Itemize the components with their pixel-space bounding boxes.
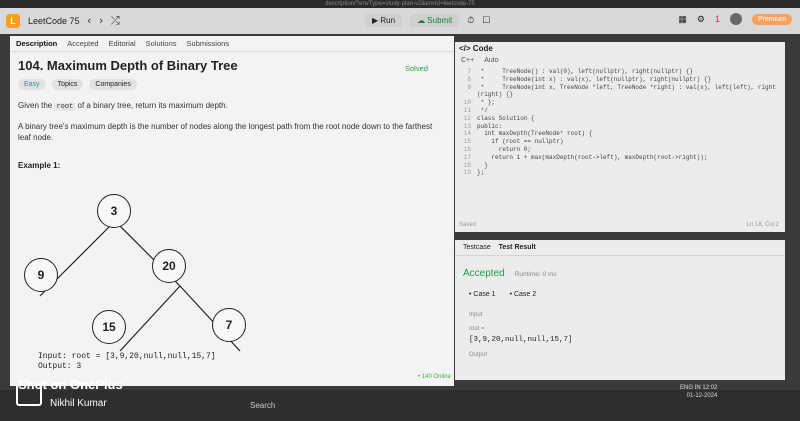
code-line: 19}; [463, 169, 485, 177]
desc-pre: Given the [18, 101, 53, 110]
run-button[interactable]: ▶ Run [365, 14, 403, 27]
code-line: 13 public: [463, 122, 503, 130]
output-label: Output [469, 352, 488, 358]
root-value: [3,9,20,null,null,15,7] [469, 336, 573, 344]
clock-date[interactable]: 01-12-2024 [687, 393, 718, 399]
prev-problem-icon[interactable]: ‹ [88, 15, 92, 27]
auto-toggle[interactable]: Auto [484, 57, 498, 67]
problem-list-title[interactable]: LeetCode 75 [28, 16, 80, 26]
submit-button[interactable]: ☁ Submit [410, 14, 460, 27]
companies-badge[interactable]: Companies [89, 79, 137, 90]
desc-post: of a binary tree, return its maximum dep… [77, 101, 228, 110]
code-line: 9 * TreeNode(int x, TreeNode *left, Tree… [467, 83, 776, 91]
code-editor-panel: </> Code C++ Auto 7 * TreeNode() : val(0… [455, 42, 785, 232]
description-panel: Description Accepted Editorial Solutions… [10, 36, 454, 386]
example-title: Example 1: [18, 161, 61, 170]
code-line: 12 class Solution { [463, 114, 535, 122]
code-editor[interactable]: 7 * TreeNode() : val(0), left(nullptr), … [455, 68, 785, 177]
camera-watermark: Shot on OnePlus [18, 377, 123, 392]
topics-badge[interactable]: Topics [51, 79, 84, 90]
avatar[interactable] [729, 13, 742, 25]
notification-count[interactable]: 1 [715, 14, 720, 24]
code-line: 10 * }; [463, 99, 496, 107]
code-header: </> Code [459, 44, 493, 53]
language-indicator[interactable]: ENG [680, 385, 693, 391]
submit-label: Submit [427, 16, 453, 25]
solved-status: Solved [405, 64, 428, 73]
description-tabs: Description Accepted Editorial Solutions… [10, 36, 454, 52]
browser-url-bar[interactable]: description/?envType=study-plan-v2&envId… [0, 0, 800, 8]
region-indicator: IN [694, 385, 701, 391]
problem-definition: A binary tree's maximum depth is the num… [18, 122, 433, 142]
code-line: (right) {} [477, 91, 514, 99]
notes-icon[interactable]: ☐ [482, 15, 490, 26]
tab-testcase[interactable]: Testcase [463, 244, 491, 251]
code-line: 8 * TreeNode(int x) : val(x), left(nullp… [467, 75, 712, 83]
shuffle-icon[interactable]: ⤮ [111, 15, 120, 28]
code-line: 7 * TreeNode() : val(0), left(nullptr), … [467, 68, 694, 75]
case-1-tab[interactable]: • Case 1 [469, 291, 496, 298]
tree-node: 7 [212, 308, 246, 342]
saved-status: Saved [459, 222, 477, 228]
cursor-position: Ln 18, Col 2 [746, 222, 779, 228]
test-result-panel: Testcase Test Result Accepted Runtime: 0… [455, 240, 785, 380]
tree-node: 15 [92, 310, 126, 344]
timer-icon[interactable]: ⏱ [467, 15, 474, 26]
tree-node: 3 [97, 194, 131, 228]
layout-icon[interactable]: ▦ [678, 14, 687, 25]
code-line: 17 return 1 + max(maxDepth(root->left), … [463, 153, 708, 161]
language-select[interactable]: C++ [461, 57, 474, 67]
tab-test-result[interactable]: Test Result [499, 244, 536, 251]
example-output: Output: 3 [38, 362, 82, 371]
next-problem-icon[interactable]: › [99, 15, 103, 27]
leetcode-topbar: L LeetCode 75 ‹ › ⤮ ▶ Run ☁ Submit ⏱ ☐ ▦… [0, 8, 800, 34]
tab-description[interactable]: Description [16, 39, 57, 48]
root-label: root = [469, 326, 485, 332]
tab-solutions[interactable]: Solutions [146, 39, 177, 48]
tab-accepted[interactable]: Accepted [67, 39, 98, 48]
clock-time[interactable]: 12:02 [702, 385, 717, 391]
example-input: Input: root = [3,9,20,null,null,15,7] [38, 352, 216, 361]
result-status: Accepted [463, 268, 505, 279]
run-label: Run [380, 16, 396, 25]
problem-title[interactable]: 104. Maximum Depth of Binary Tree [10, 52, 454, 77]
tab-submissions[interactable]: Submissions [187, 39, 230, 48]
problem-description: Given the root of a binary tree, return … [10, 96, 454, 117]
code-line: 14 int maxDepth(TreeNode* root) { [463, 130, 593, 138]
example-io: Input: root = [3,9,20,null,null,15,7] Ou… [38, 352, 216, 372]
case-2-tab[interactable]: • Case 2 [510, 291, 537, 298]
online-count: • 140 Online [418, 374, 451, 380]
leetcode-logo-icon[interactable]: L [6, 14, 20, 28]
code-line: 15 if (root == nullptr) [463, 138, 564, 146]
runtime: Runtime: 0 ms [514, 271, 557, 278]
tree-node: 20 [152, 249, 186, 283]
tab-editorial[interactable]: Editorial [109, 39, 136, 48]
settings-icon[interactable]: ⚙ [697, 14, 705, 25]
taskbar-search[interactable]: Search [232, 398, 312, 414]
premium-button[interactable]: Premium [751, 13, 792, 25]
desc-code: root [54, 103, 76, 111]
code-line: 18 } [463, 161, 488, 169]
system-tray: ENG IN 12:02 01-12-2024 [680, 384, 717, 400]
input-label: Input [469, 312, 483, 318]
code-line: 11 */ [463, 106, 488, 114]
tree-node: 9 [24, 258, 58, 292]
difficulty-badge: Easy [18, 79, 46, 90]
photographer-name: Nikhil Kumar [50, 398, 107, 409]
code-line: 16 return 0; [463, 145, 532, 153]
